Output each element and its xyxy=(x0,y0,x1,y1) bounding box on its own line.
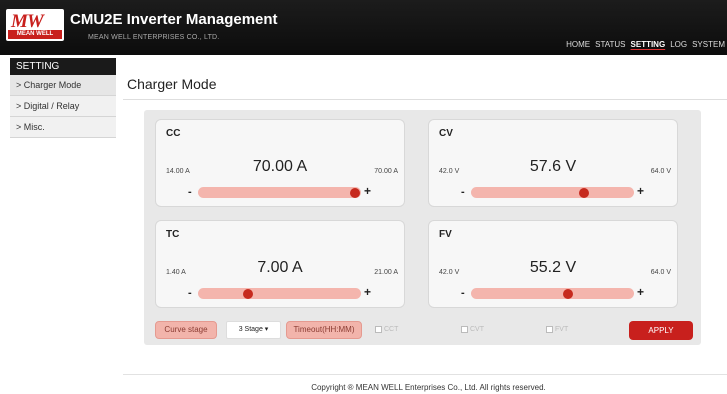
cct-label: CCT xyxy=(384,326,399,333)
top-navigation: HOME STATUS SETTING LOG SYSTEM xyxy=(566,40,725,49)
cv-decrease-button[interactable]: - xyxy=(461,186,465,198)
cc-slider-handle[interactable] xyxy=(350,188,360,198)
fvt-label: FVT xyxy=(555,326,569,333)
cvt-checkbox[interactable] xyxy=(461,326,468,333)
fvt-option[interactable]: FVT xyxy=(546,326,568,333)
curve-stage-label: Curve stage xyxy=(155,321,217,339)
brand-logo: MW MEAN WELL xyxy=(6,9,64,41)
cv-value: 57.6 V xyxy=(529,158,577,175)
tc-slider[interactable] xyxy=(198,288,361,299)
cc-value: 70.00 A xyxy=(252,158,308,175)
apply-button[interactable]: APPLY xyxy=(629,321,693,340)
cct-option[interactable]: CCT xyxy=(375,326,398,333)
cv-slider[interactable] xyxy=(471,187,634,198)
cv-max: 64.0 V xyxy=(650,168,671,175)
nav-system[interactable]: SYSTEM xyxy=(692,40,725,49)
tc-value: 7.00 A xyxy=(257,259,303,276)
app-subtitle: MEAN WELL ENTERPRISES CO., LTD. xyxy=(88,34,220,41)
cv-card: CV 42.0 V 57.6 V 64.0 V - + xyxy=(428,119,678,207)
sidebar: SETTING > Charger Mode > Digital / Relay… xyxy=(10,58,116,138)
fv-value: 55.2 V xyxy=(529,259,577,276)
nav-home[interactable]: HOME xyxy=(566,40,590,49)
fv-slider-handle[interactable] xyxy=(562,289,573,299)
footer-divider xyxy=(123,374,727,375)
nav-setting[interactable]: SETTING xyxy=(631,40,666,49)
cvt-label: CVT xyxy=(470,326,484,333)
fv-increase-button[interactable]: + xyxy=(637,285,644,299)
page-title: Charger Mode xyxy=(127,76,217,92)
cc-max: 70.00 A xyxy=(374,168,398,175)
fv-decrease-button[interactable]: - xyxy=(461,287,465,299)
cc-slider[interactable] xyxy=(198,187,361,198)
cc-card: CC 14.00 A 70.00 A 70.00 A - + xyxy=(155,119,405,207)
tc-label: TC xyxy=(166,229,180,240)
stage-select[interactable]: 3 Stage ▾ xyxy=(226,321,281,339)
footer-copyright: Copyright ® MEAN WELL Enterprises Co., L… xyxy=(311,383,546,392)
sidebar-item-charger-mode[interactable]: > Charger Mode xyxy=(10,75,116,96)
tc-max: 21.00 A xyxy=(374,269,398,276)
cv-label: CV xyxy=(439,128,453,139)
tc-card: TC 1.40 A 7.00 A 21.00 A - + xyxy=(155,220,405,308)
app-title: CMU2E Inverter Management xyxy=(70,11,278,28)
cct-checkbox[interactable] xyxy=(375,326,382,333)
sidebar-heading: SETTING xyxy=(10,58,116,75)
timeout-label: Timeout(HH:MM) xyxy=(286,321,362,339)
title-divider xyxy=(123,99,727,100)
cc-decrease-button[interactable]: - xyxy=(188,186,192,198)
cv-slider-handle[interactable] xyxy=(579,188,590,198)
fvt-checkbox[interactable] xyxy=(546,326,553,333)
fv-max: 64.0 V xyxy=(650,269,671,276)
sidebar-item-digital-relay[interactable]: > Digital / Relay xyxy=(10,96,116,117)
sidebar-item-misc[interactable]: > Misc. xyxy=(10,117,116,138)
cv-increase-button[interactable]: + xyxy=(637,184,644,198)
tc-increase-button[interactable]: + xyxy=(364,285,371,299)
nav-status[interactable]: STATUS xyxy=(595,40,625,49)
nav-log[interactable]: LOG xyxy=(670,40,687,49)
cc-label: CC xyxy=(166,128,181,139)
cc-increase-button[interactable]: + xyxy=(364,184,371,198)
logo-caption: MEAN WELL xyxy=(8,30,62,39)
fv-card: FV 42.0 V 55.2 V 64.0 V - + xyxy=(428,220,678,308)
fv-label: FV xyxy=(439,229,452,240)
cvt-option[interactable]: CVT xyxy=(461,326,484,333)
tc-decrease-button[interactable]: - xyxy=(188,287,192,299)
fv-slider[interactable] xyxy=(471,288,634,299)
app-header: MW MEAN WELL CMU2E Inverter Management M… xyxy=(0,0,727,55)
tc-slider-handle[interactable] xyxy=(242,289,253,299)
